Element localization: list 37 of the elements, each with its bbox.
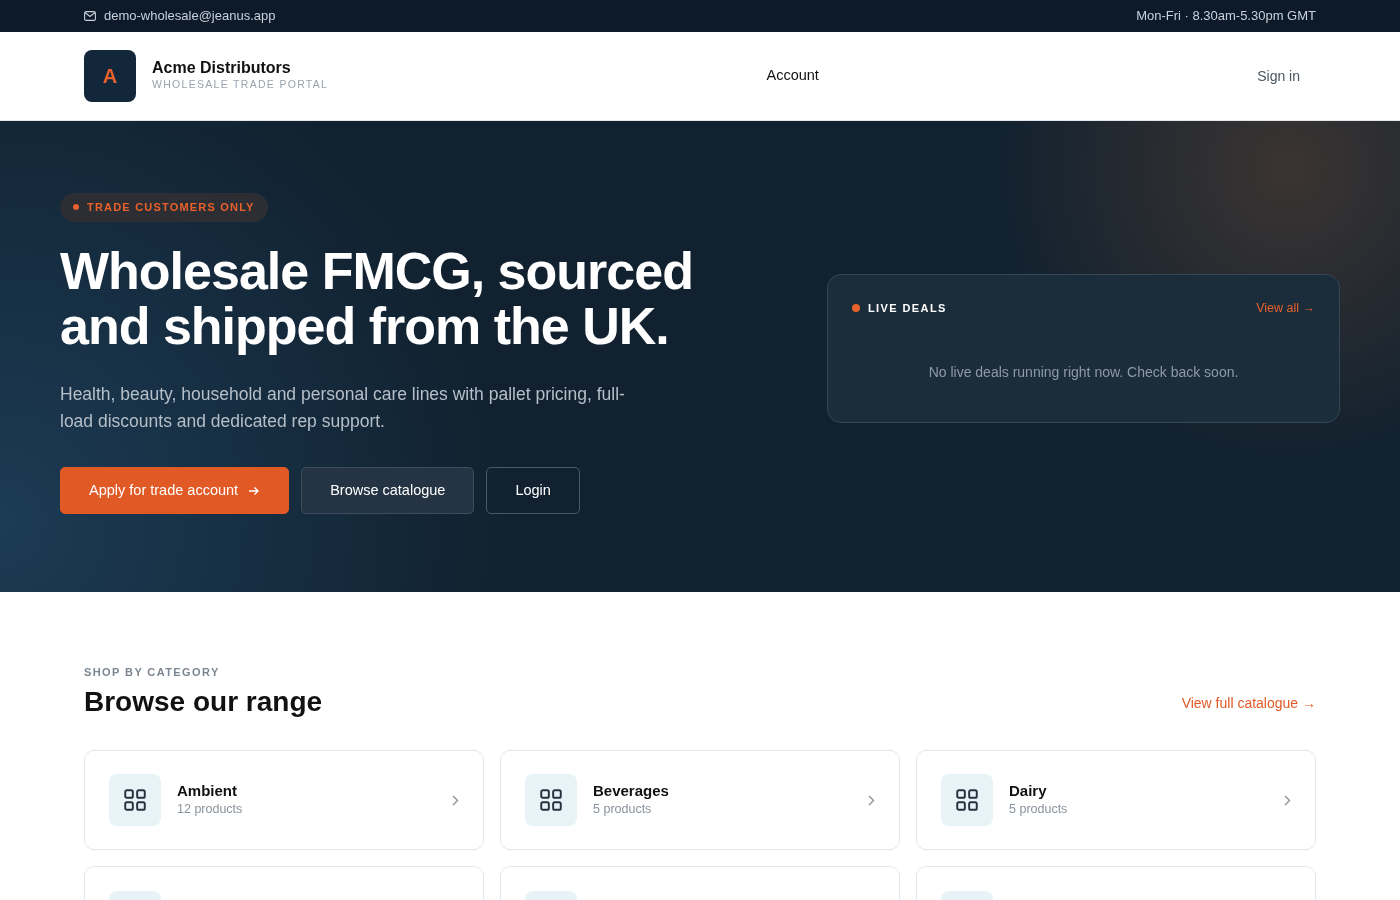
nav-link[interactable]: Account xyxy=(766,65,819,87)
view-all-link[interactable]: View all → xyxy=(1256,299,1315,318)
category-name: Ambient xyxy=(177,781,238,800)
login-button[interactable]: Login xyxy=(486,467,580,514)
email-text: demo-wholesale@jeanus.app xyxy=(104,7,276,26)
chevron-right-icon xyxy=(452,794,459,806)
category-name: Beverages xyxy=(593,781,670,800)
hero-subtitle: Health, beauty, household and personal care lines with pallet pricing, full-load discounts and dedicated rep support. xyxy=(60,382,626,433)
product-count: 5 products xyxy=(1009,800,1069,818)
product-count: 5 products xyxy=(593,800,653,818)
chevron-right-icon xyxy=(1284,794,1291,806)
hours-text: Mon-Fri · 8.30am-5.30pm GMT xyxy=(1136,7,1316,26)
catalogue-link[interactable]: View full catalogue → xyxy=(1181,693,1316,715)
grid-icon xyxy=(954,787,980,814)
apply-button[interactable]: Apply for trade account xyxy=(60,467,290,514)
category-name: Dairy xyxy=(1009,781,1048,800)
product-count: 12 products xyxy=(177,800,244,818)
browse-button[interactable]: Browse catalogue xyxy=(301,467,475,514)
live-dot xyxy=(852,304,860,313)
grid-icon xyxy=(538,787,564,814)
mail-icon xyxy=(84,11,96,21)
trade-badge: TRADE CUSTOMERS ONLY xyxy=(60,193,268,222)
category-card[interactable]: Dairy 5 products xyxy=(916,750,1316,851)
sign-in-link[interactable]: Sign in xyxy=(1257,65,1300,87)
hero-title: Wholesale FMCG, sourced and shipped from the UK. xyxy=(60,243,694,355)
category-card[interactable]: Ambient 12 products xyxy=(84,750,484,851)
logo-tile[interactable]: A xyxy=(84,50,136,102)
category-card[interactable]: Beverages 5 products xyxy=(500,750,900,851)
section-title: Browse our range xyxy=(84,684,323,719)
brand-tagline: WHOLESALE TRADE PORTAL xyxy=(152,76,329,92)
deals-title: LIVE DEALS xyxy=(868,301,947,317)
arrow-icon xyxy=(248,484,261,497)
empty-message: No live deals running right now. Check back soon. xyxy=(927,362,1240,382)
brand-name: Acme Distributors xyxy=(152,59,292,77)
chevron-right-icon xyxy=(868,794,875,806)
section-eyebrow: SHOP BY CATEGORY xyxy=(84,665,221,680)
grid-icon xyxy=(122,787,148,814)
